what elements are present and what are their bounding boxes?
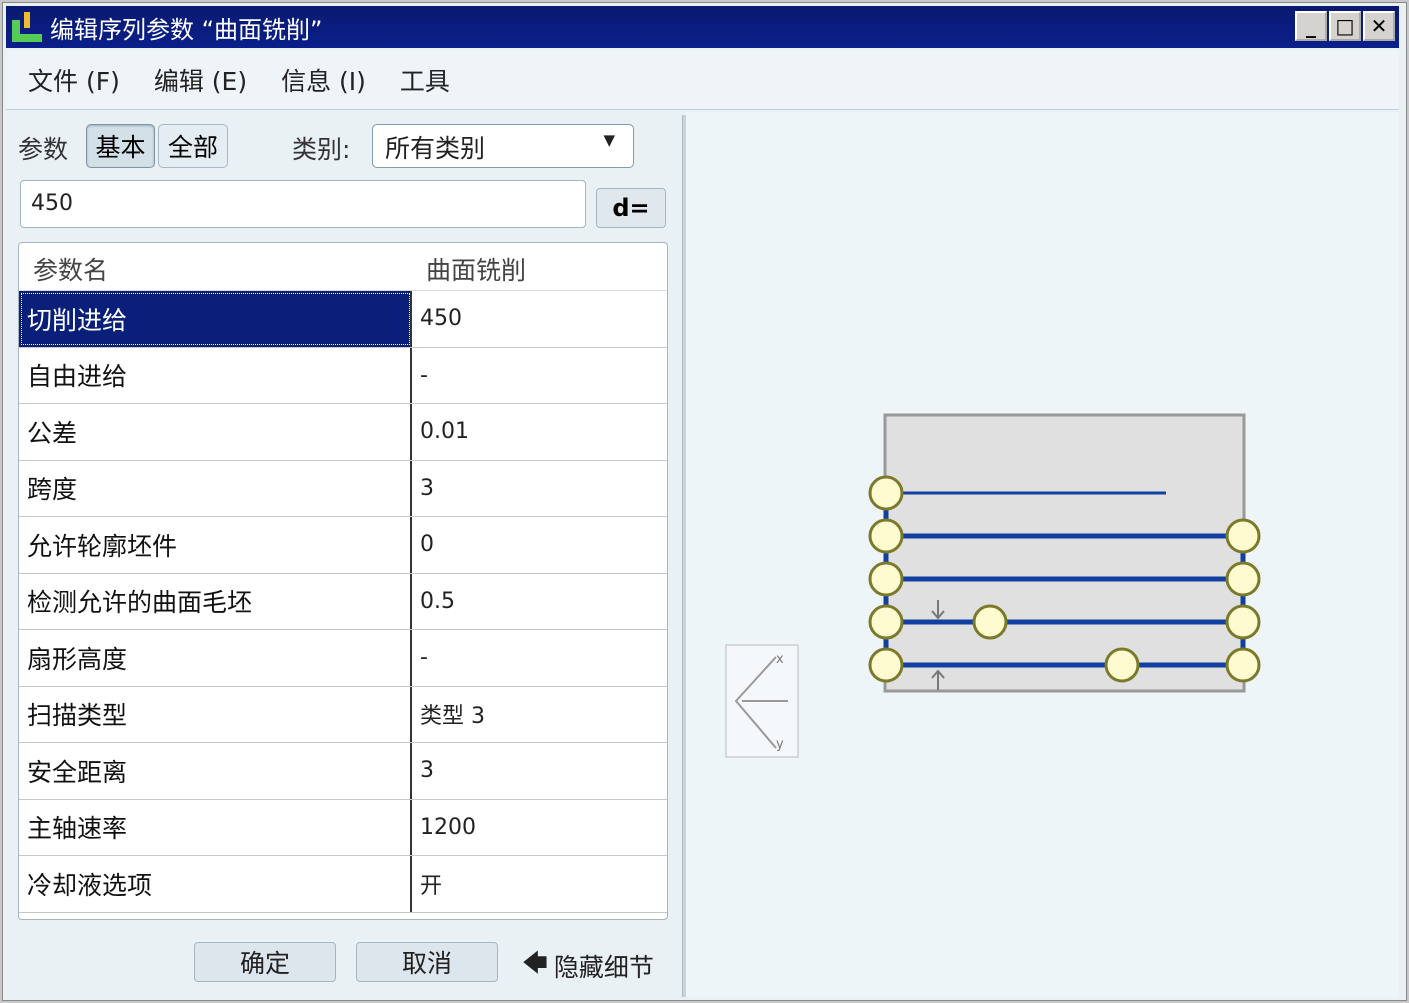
param-name[interactable]: 跨度	[19, 460, 412, 516]
app-icon	[12, 12, 42, 42]
toolpath-node	[1225, 561, 1261, 597]
category-label: 类别:	[292, 135, 351, 164]
parameter-table: 参数名 曲面铣削 切削进给 450 自由进给 - 公差 0.01 跨度 3 允许轮廓坯件 0 检测允…	[18, 242, 668, 920]
menu-file[interactable]: 文件 (F)	[28, 62, 120, 98]
cancel-button[interactable]: 取消	[356, 942, 498, 982]
param-name[interactable]: 扫描类型	[19, 686, 412, 742]
param-value[interactable]: -	[412, 348, 662, 404]
param-value[interactable]: 1200	[412, 800, 662, 856]
toolpath-node	[1225, 647, 1261, 683]
table-header: 参数名 曲面铣削	[19, 243, 667, 291]
table-row[interactable]: 安全距离 3	[19, 743, 667, 800]
all-toggle[interactable]: 全部	[158, 124, 228, 168]
param-value[interactable]: -	[412, 630, 662, 686]
table-row[interactable]: 扇形高度 -	[19, 630, 667, 687]
menu-edit[interactable]: 编辑 (E)	[154, 62, 247, 98]
arrow-left-icon: 🡄	[522, 948, 548, 977]
param-value[interactable]: 3	[412, 461, 662, 517]
toolpath-node	[972, 604, 1008, 640]
toolpath-node	[868, 604, 904, 640]
title-bar: 编辑序列参数 “曲面铣削” _ □ ✕	[6, 6, 1399, 48]
close-button[interactable]: ✕	[1363, 11, 1395, 41]
param-name[interactable]: 切削进给	[19, 291, 412, 347]
toolpath-node	[868, 475, 904, 511]
axis-indicator: x y	[725, 644, 799, 758]
workpiece	[883, 413, 1246, 693]
maximize-button[interactable]: □	[1329, 11, 1361, 41]
table-row[interactable]: 允许轮廓坯件 0	[19, 517, 667, 574]
hide-details-button[interactable]: 🡄 隐藏细节	[522, 944, 654, 987]
param-value[interactable]: 450	[412, 291, 662, 347]
toolpath-node	[1104, 647, 1140, 683]
param-value[interactable]: 类型 3	[412, 687, 662, 743]
toolpath-node	[1225, 604, 1261, 640]
param-name[interactable]: 自由进给	[19, 347, 412, 403]
d-equals-button[interactable]: d=	[596, 188, 666, 228]
param-name[interactable]: 检测允许的曲面毛坯	[19, 573, 412, 629]
param-value[interactable]: 0.5	[412, 574, 662, 630]
category-value: 所有类别	[385, 134, 486, 163]
table-row[interactable]: 主轴速率 1200	[19, 799, 667, 856]
param-value[interactable]: 开	[412, 856, 662, 912]
param-value[interactable]: 3	[412, 743, 662, 799]
table-row[interactable]: 公差 0.01	[19, 404, 667, 461]
param-name[interactable]: 公差	[19, 404, 412, 460]
table-row[interactable]: 冷却液选项开	[19, 856, 667, 913]
column-header-name[interactable]: 参数名	[19, 243, 412, 290]
table-row[interactable]: 检测允许的曲面毛坯 0.5	[19, 573, 667, 630]
axis-x-label: x	[776, 652, 784, 667]
toolpath-node	[868, 561, 904, 597]
menu-bar: 文件 (F) 编辑 (E) 信息 (I) 工具	[6, 50, 1399, 110]
menu-info[interactable]: 信息 (I)	[281, 62, 366, 98]
basic-toggle[interactable]: 基本	[86, 124, 155, 168]
param-value[interactable]: 0	[412, 517, 662, 573]
value-input[interactable]: 450	[20, 180, 586, 228]
column-header-value[interactable]: 曲面铣削	[412, 243, 540, 290]
window-title: 编辑序列参数 “曲面铣削”	[50, 15, 323, 44]
toolpath-node	[868, 518, 904, 554]
param-value[interactable]: 0.01	[412, 404, 662, 460]
table-row[interactable]: 扫描类型 类型 3	[19, 686, 667, 743]
table-row[interactable]: 切削进给 450	[19, 291, 667, 348]
table-row[interactable]: 跨度 3	[19, 460, 667, 517]
parameters-panel: 参数 基本 全部 类别: 所有类别 ▼ 450 d= 参数名 曲面铣削 切削进给 4…	[6, 112, 682, 997]
preview-panel: x y	[686, 112, 1399, 997]
param-name[interactable]: 安全距离	[19, 743, 412, 799]
params-label: 参数	[18, 135, 69, 164]
param-name[interactable]: 主轴速率	[19, 799, 412, 855]
ok-button[interactable]: 确定	[194, 942, 336, 982]
param-name[interactable]: 扇形高度	[19, 630, 412, 686]
minimize-button[interactable]: _	[1295, 11, 1327, 41]
table-row[interactable]: 自由进给 -	[19, 347, 667, 404]
toolpath-node	[1225, 518, 1261, 554]
param-name[interactable]: 允许轮廓坯件	[19, 517, 412, 573]
toolpath-node	[868, 647, 904, 683]
category-select[interactable]: 所有类别 ▼	[372, 124, 634, 168]
axis-y-label: y	[776, 737, 784, 752]
menu-tools[interactable]: 工具	[400, 62, 450, 98]
param-name[interactable]: 冷却液选项	[19, 856, 412, 912]
hide-details-label: 隐藏细节	[553, 952, 654, 982]
dropdown-arrow-icon: ▼	[603, 131, 615, 149]
toolpath-illustration: x y	[725, 413, 1261, 758]
